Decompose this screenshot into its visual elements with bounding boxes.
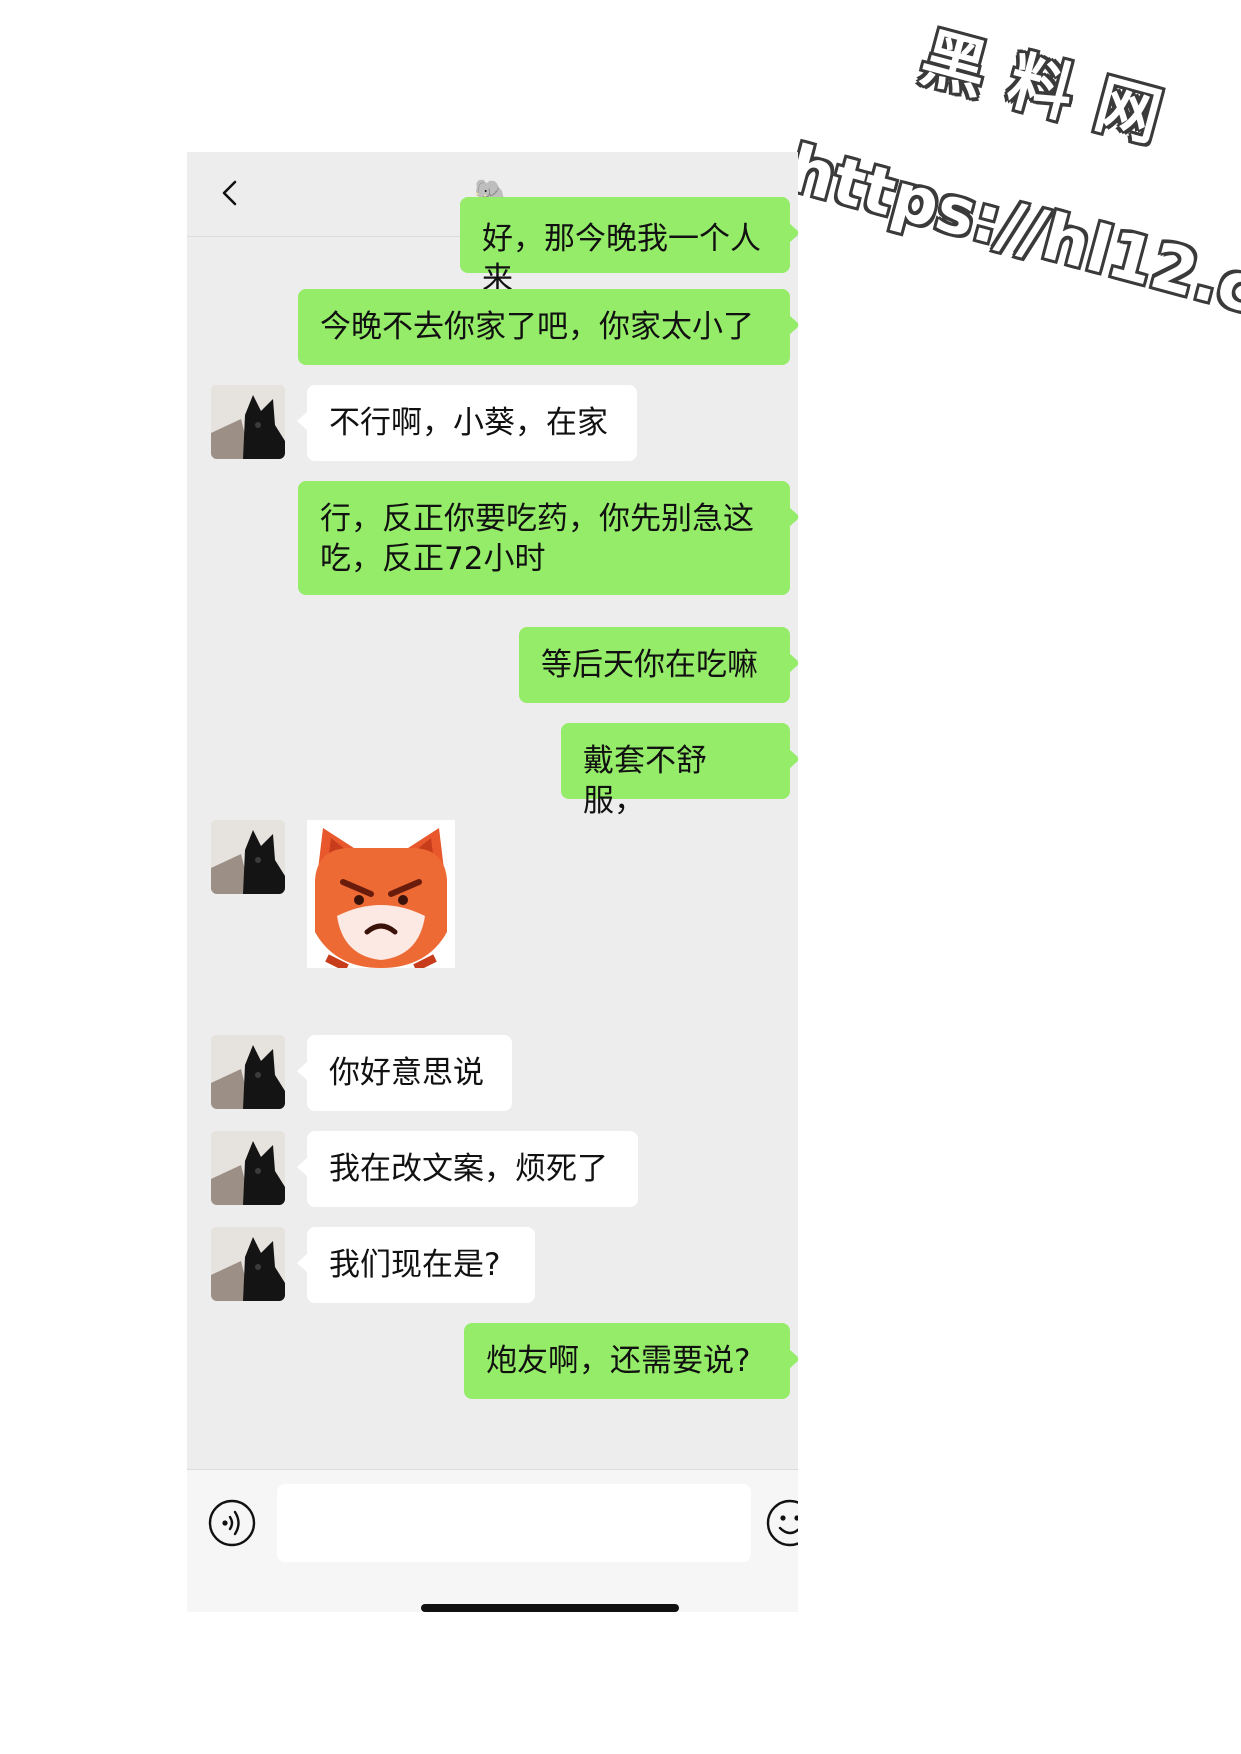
home-indicator — [421, 1604, 679, 1612]
watermark: 黑料网 https://hl12.co — [781, 21, 1241, 339]
chat-screen: 🐘 好，那今晚我一个人来 今晚不去你家了吧，你家太小了 不行啊，小葵，在家 行，… — [187, 152, 798, 1612]
message-input[interactable] — [277, 1484, 751, 1562]
incoming-message-bubble[interactable]: 我们现在是? — [297, 1227, 535, 1303]
composer-bar — [187, 1469, 798, 1612]
incoming-message-bubble[interactable]: 你好意思说 — [297, 1035, 512, 1111]
message-list[interactable]: 好，那今晚我一个人来 今晚不去你家了吧，你家太小了 不行啊，小葵，在家 行，反正… — [187, 197, 798, 1612]
outgoing-message-bubble[interactable]: 炮友啊，还需要说? — [464, 1323, 798, 1399]
angry-fox-sticker[interactable] — [307, 820, 455, 968]
outgoing-message-bubble[interactable]: 行，反正你要吃药，你先别急这吃，反正72小时 — [298, 481, 798, 595]
outgoing-message-bubble[interactable]: 戴套不舒服， — [561, 723, 798, 819]
emoji-icon[interactable] — [765, 1498, 798, 1548]
incoming-message-bubble[interactable]: 不行啊，小葵，在家 — [297, 385, 637, 461]
outgoing-message-bubble[interactable]: 等后天你在吃嘛 — [519, 627, 798, 703]
contact-avatar[interactable] — [211, 1131, 285, 1205]
contact-avatar[interactable] — [211, 1227, 285, 1301]
contact-avatar[interactable] — [211, 820, 285, 894]
outgoing-message-bubble[interactable]: 今晚不去你家了吧，你家太小了 — [298, 289, 798, 365]
outgoing-message-bubble[interactable]: 好，那今晚我一个人来 — [460, 197, 798, 297]
voice-icon[interactable] — [207, 1498, 257, 1548]
watermark-site-name: 黑料网 — [913, 21, 1194, 163]
incoming-message-bubble[interactable]: 我在改文案，烦死了 — [297, 1131, 638, 1207]
contact-avatar[interactable] — [211, 385, 285, 459]
contact-avatar[interactable] — [211, 1035, 285, 1109]
